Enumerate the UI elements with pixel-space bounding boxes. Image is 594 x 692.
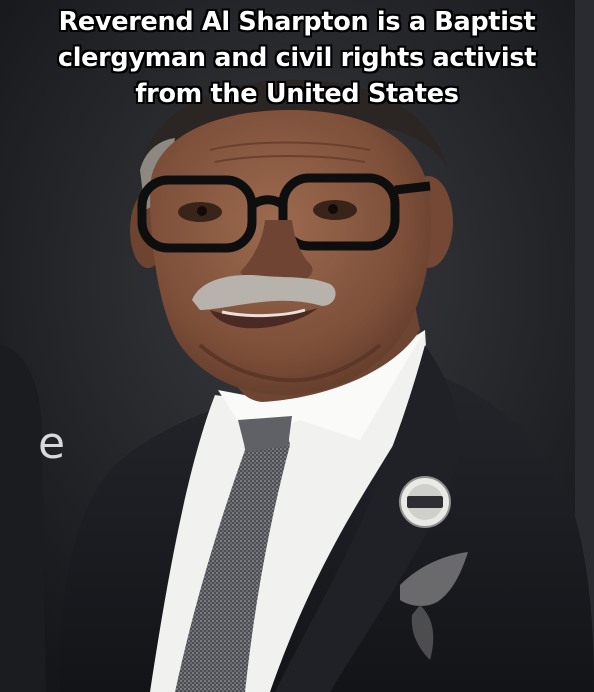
lapel-pin	[399, 476, 451, 528]
backdrop-letter: e	[38, 418, 66, 469]
caption-text: Reverend Al Sharpton is a Baptist clergy…	[0, 4, 594, 112]
caption-line-2: clergyman and civil rights activist	[57, 43, 537, 73]
image-frame: e Reverend Al Sharpton is a Baptist cler…	[0, 0, 594, 692]
caption-line-1: Reverend Al Sharpton is a Baptist	[58, 7, 536, 37]
caption-line-3: from the United States	[135, 79, 459, 109]
